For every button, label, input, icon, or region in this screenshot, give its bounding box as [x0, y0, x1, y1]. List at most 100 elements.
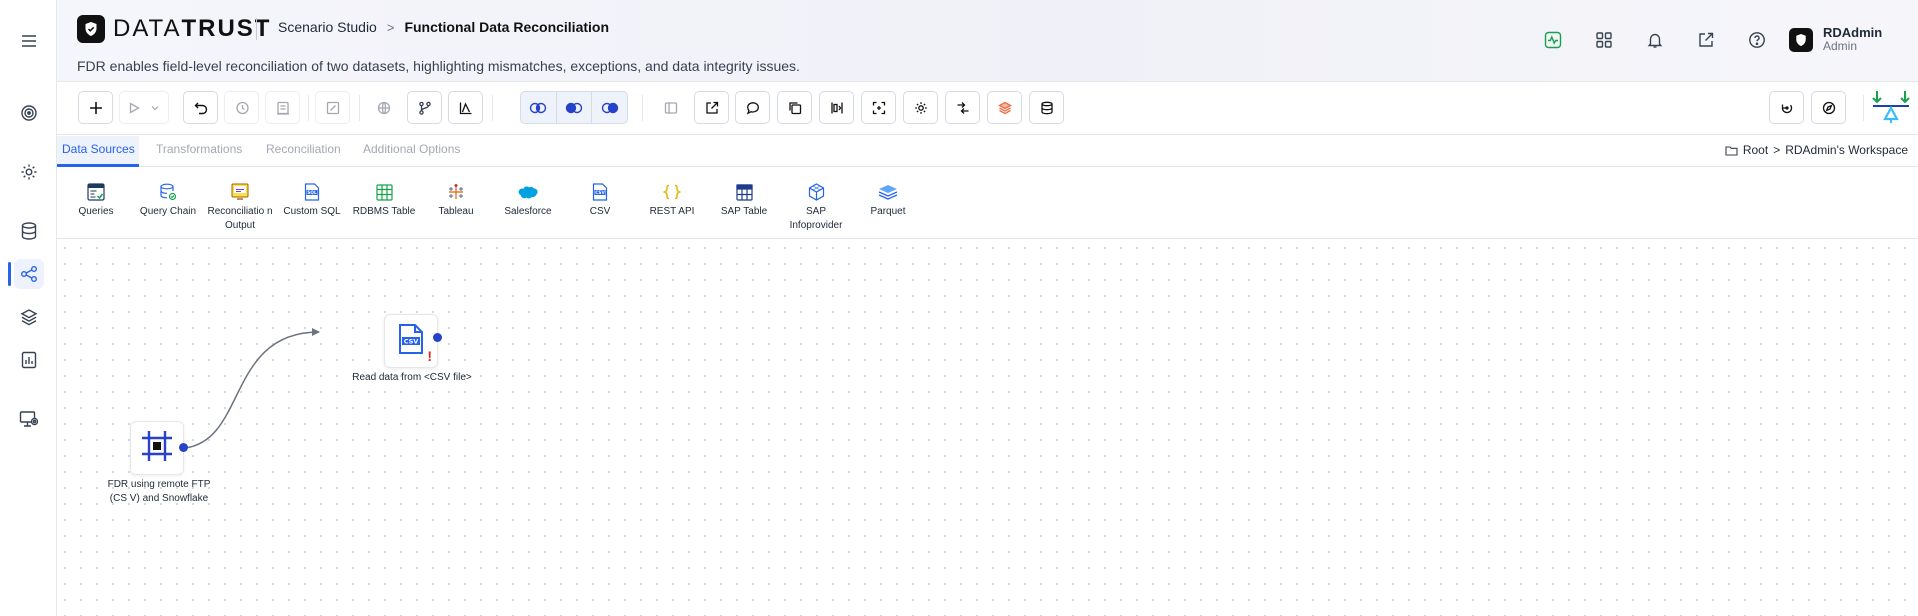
activity-icon[interactable] [1527, 26, 1578, 54]
folder-icon [1725, 145, 1738, 156]
braces-icon [662, 182, 682, 202]
page-title: Functional Data Reconciliation [404, 19, 610, 35]
datatrust-logo[interactable]: DATATRUST [77, 15, 271, 43]
palette-item-tableau[interactable]: Tableau [420, 182, 492, 219]
balance-scale-icon[interactable] [1871, 89, 1911, 127]
panel-tabs: Data Sources Transformations Reconciliat… [57, 136, 1918, 167]
palette-label: Queries [78, 206, 114, 217]
csv-node-port[interactable] [433, 333, 442, 342]
external-link-icon[interactable] [1680, 26, 1731, 54]
source-node-label: FDR using remote FTP (CS V) and Snowflak… [107, 479, 211, 504]
target-icon[interactable] [14, 98, 44, 128]
menu-icon[interactable] [18, 31, 40, 51]
save-version-button[interactable] [265, 91, 300, 124]
workflow-icon[interactable] [14, 259, 44, 289]
palette-item-query-chain[interactable]: Query Chain [132, 182, 204, 219]
tab-additional-options[interactable]: Additional Options [363, 142, 460, 156]
parquet-icon [878, 182, 898, 202]
logo-text-bold: TRUST [181, 15, 272, 42]
header-divider [256, 18, 257, 40]
align-button[interactable] [819, 91, 854, 124]
restore-button[interactable] [1769, 91, 1804, 124]
palette-item-sap-infoprovider[interactable]: SAP Infoprovider [780, 182, 852, 233]
palette-label: SAP Table [720, 206, 768, 217]
data-source-palette: Queries Query Chain Reconciliatio n Outp… [57, 168, 1918, 239]
source-node-port[interactable] [179, 443, 188, 452]
svg-text:SQL: SQL [307, 190, 317, 195]
auto-layout-button[interactable] [945, 91, 980, 124]
database-icon[interactable] [14, 216, 44, 246]
right-join-button[interactable] [592, 92, 627, 123]
breadcrumb-scenario-studio[interactable]: Scenario Studio [278, 19, 377, 35]
logo-text-light: DATA [113, 15, 182, 42]
comment-button[interactable] [735, 91, 770, 124]
panel-toggle-button[interactable] [653, 91, 688, 124]
globe-button[interactable] [366, 91, 401, 124]
logo-text: DATATRUST [113, 15, 271, 43]
palette-item-custom-sql[interactable]: SQL Custom SQL [276, 182, 348, 219]
page-description: FDR enables field-level reconciliation o… [77, 58, 800, 74]
palette-label: CSV [589, 206, 611, 217]
header-actions [1527, 26, 1782, 54]
run-button[interactable] [119, 91, 169, 124]
tab-reconciliation[interactable]: Reconciliation [266, 142, 341, 156]
datastore-button[interactable] [1029, 91, 1064, 124]
apps-grid-icon[interactable] [1578, 26, 1629, 54]
csv-node[interactable]: CSV ! [384, 314, 438, 368]
undo-button[interactable] [183, 91, 218, 124]
user-menu[interactable]: RDAdmin Admin [1789, 26, 1882, 53]
palette-item-rdbms-table[interactable]: RDBMS Table [348, 182, 420, 219]
workflow-canvas[interactable]: FDR using remote FTP (CS V) and Snowflak… [57, 240, 1918, 616]
inner-join-button[interactable] [521, 92, 557, 123]
sap-table-icon [734, 182, 754, 202]
palette-item-reconciliation-output[interactable]: Reconciliatio n Output [204, 182, 276, 233]
node-settings-button[interactable] [903, 91, 938, 124]
toolbar-separator [642, 95, 643, 121]
palette-item-salesforce[interactable]: Salesforce [492, 182, 564, 219]
settings-icon[interactable] [14, 157, 44, 187]
query-chain-icon [158, 182, 178, 202]
palette-item-queries[interactable]: Queries [60, 182, 132, 219]
csv-icon: CSV [590, 182, 610, 202]
tab-data-sources[interactable]: Data Sources [62, 142, 135, 156]
fit-view-button[interactable] [861, 91, 896, 124]
palette-label: REST API [649, 206, 695, 217]
palette-label: Salesforce [504, 206, 552, 217]
bell-icon[interactable] [1629, 26, 1680, 54]
breadcrumb: Scenario Studio > Functional Data Reconc… [278, 19, 609, 35]
toolbar-separator [1863, 95, 1864, 121]
edit-button[interactable] [315, 91, 350, 124]
canvas-toolbar [57, 83, 1918, 135]
report-icon[interactable] [14, 345, 44, 375]
copy-button[interactable] [777, 91, 812, 124]
avatar [1789, 27, 1813, 52]
workspace-breadcrumb[interactable]: Root > RDAdmin's Workspace [1725, 143, 1908, 157]
join-type-group [520, 91, 628, 124]
palette-item-parquet[interactable]: Parquet [852, 182, 924, 219]
tab-transformations[interactable]: Transformations [156, 142, 242, 156]
compass-button[interactable] [1811, 91, 1846, 124]
left-join-button[interactable] [557, 92, 593, 123]
chevron-down-icon [151, 105, 159, 110]
palette-item-sap-table[interactable]: SAP Table [708, 182, 780, 219]
layers-stack-button[interactable] [987, 91, 1022, 124]
history-button[interactable] [224, 91, 259, 124]
active-tab-underline [57, 164, 139, 167]
toolbar-separator [492, 95, 493, 121]
palette-item-csv[interactable]: CSV CSV [564, 182, 636, 219]
workspace-name: RDAdmin's Workspace [1785, 143, 1908, 157]
add-button[interactable] [78, 91, 113, 124]
csv-file-icon: CSV [397, 323, 425, 360]
svg-text:CSV: CSV [595, 190, 605, 195]
workspace-root: Root [1742, 143, 1769, 157]
help-icon[interactable] [1731, 26, 1782, 54]
branch-button[interactable] [407, 91, 442, 124]
layers-icon[interactable] [14, 302, 44, 332]
palette-item-rest-api[interactable]: REST API [636, 182, 708, 219]
user-name: RDAdmin [1823, 25, 1883, 40]
chart-area-button[interactable] [448, 91, 483, 124]
source-node[interactable] [130, 421, 184, 475]
monitor-icon[interactable] [14, 404, 44, 434]
open-external-button[interactable] [694, 91, 729, 124]
tableau-icon [446, 182, 466, 202]
